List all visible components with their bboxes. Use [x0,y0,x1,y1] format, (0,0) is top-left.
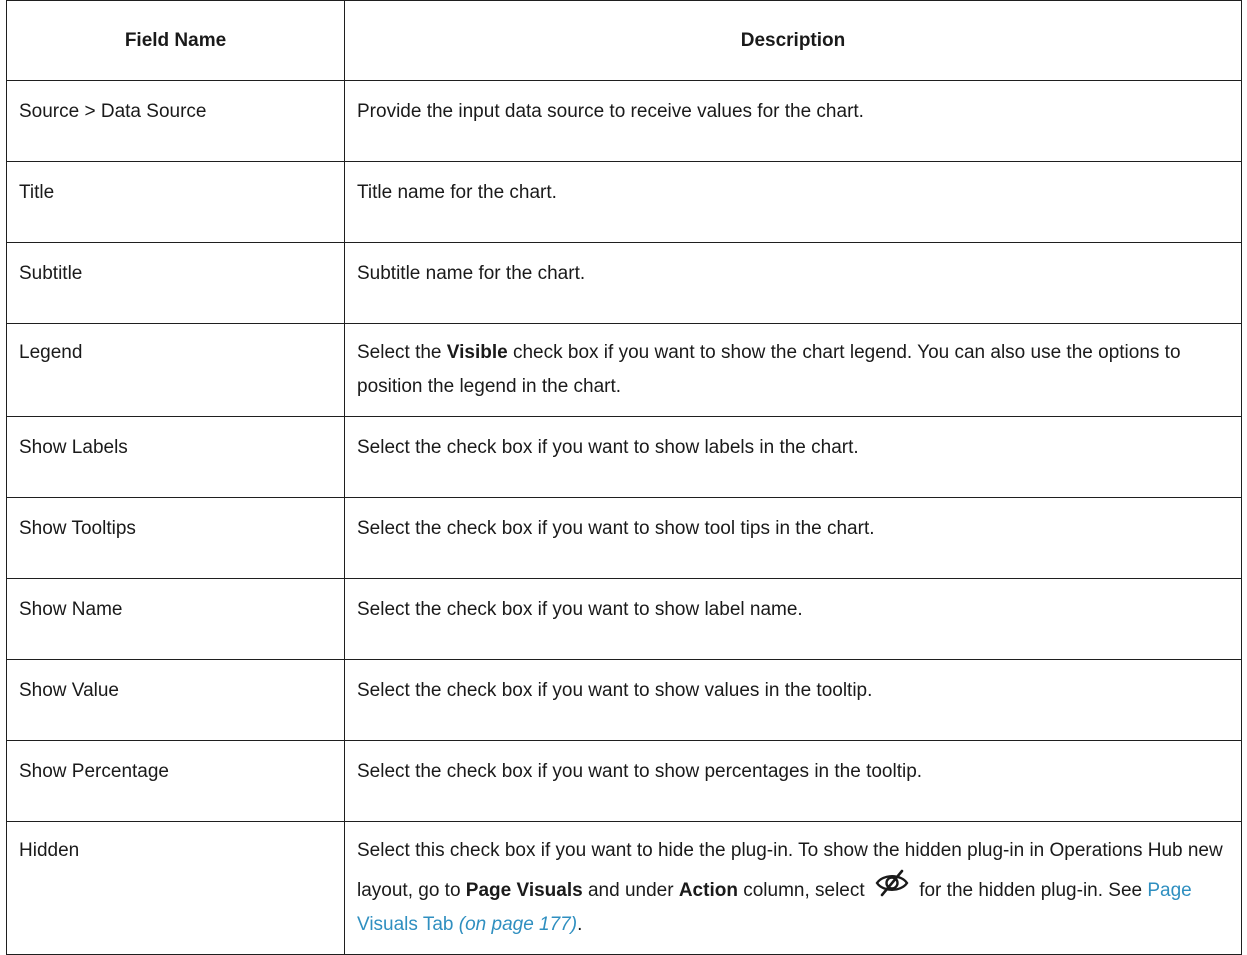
field-name-cell: Source > Data Source [6,80,345,162]
table-row: Subtitle Subtitle name for the chart. [6,242,1242,324]
visible-option-label: Visible [446,342,508,363]
field-name-cell: Legend [6,323,345,417]
description-cell: Select the check box if you want to show… [344,416,1242,498]
description-header: Description [344,0,1242,81]
table-row: Show Labels Select the check box if you … [6,416,1242,498]
field-name-cell: Subtitle [6,242,345,324]
description-cell: Title name for the chart. [344,161,1242,243]
description-text: column, select [737,880,870,901]
description-cell: Select this check box if you want to hid… [344,821,1242,955]
field-name-cell: Hidden [6,821,345,955]
description-cell: Provide the input data source to receive… [344,80,1242,162]
table-row: Show Tooltips Select the check box if yo… [6,497,1242,579]
table-header-row: Field Name Description [6,0,1242,81]
table-row: Show Percentage Select the check box if … [6,740,1242,822]
field-name-cell: Show Name [6,578,345,660]
field-name-cell: Show Tooltips [6,497,345,579]
field-description-table: Field Name Description Source > Data Sou… [6,0,1242,955]
description-text: and under [582,880,679,901]
table-row: Legend Select the Visible check box if y… [6,323,1242,417]
page-visuals-label: Page Visuals [465,880,583,901]
description-cell: Select the check box if you want to show… [344,578,1242,660]
table-row: Hidden Select this check box if you want… [6,821,1242,955]
action-label: Action [678,880,738,901]
field-name-cell: Show Percentage [6,740,345,822]
table-row: Show Value Select the check box if you w… [6,659,1242,741]
table-row: Show Name Select the check box if you wa… [6,578,1242,660]
description-cell: Subtitle name for the chart. [344,242,1242,324]
eye-slash-icon [874,868,910,898]
field-name-cell: Title [6,161,345,243]
table-row: Source > Data Source Provide the input d… [6,80,1242,162]
page-reference-link[interactable]: (on page 177) [459,914,577,935]
description-cell: Select the check box if you want to show… [344,659,1242,741]
description-cell: Select the Visible check box if you want… [344,323,1242,417]
description-text: . [577,914,583,935]
description-cell: Select the check box if you want to show… [344,740,1242,822]
field-name-cell: Show Labels [6,416,345,498]
table-row: Title Title name for the chart. [6,161,1242,243]
field-name-cell: Show Value [6,659,345,741]
field-name-header: Field Name [6,0,345,81]
description-text: Select the [357,342,447,363]
description-cell: Select the check box if you want to show… [344,497,1242,579]
description-text: for the hidden plug-in. See [913,880,1148,901]
